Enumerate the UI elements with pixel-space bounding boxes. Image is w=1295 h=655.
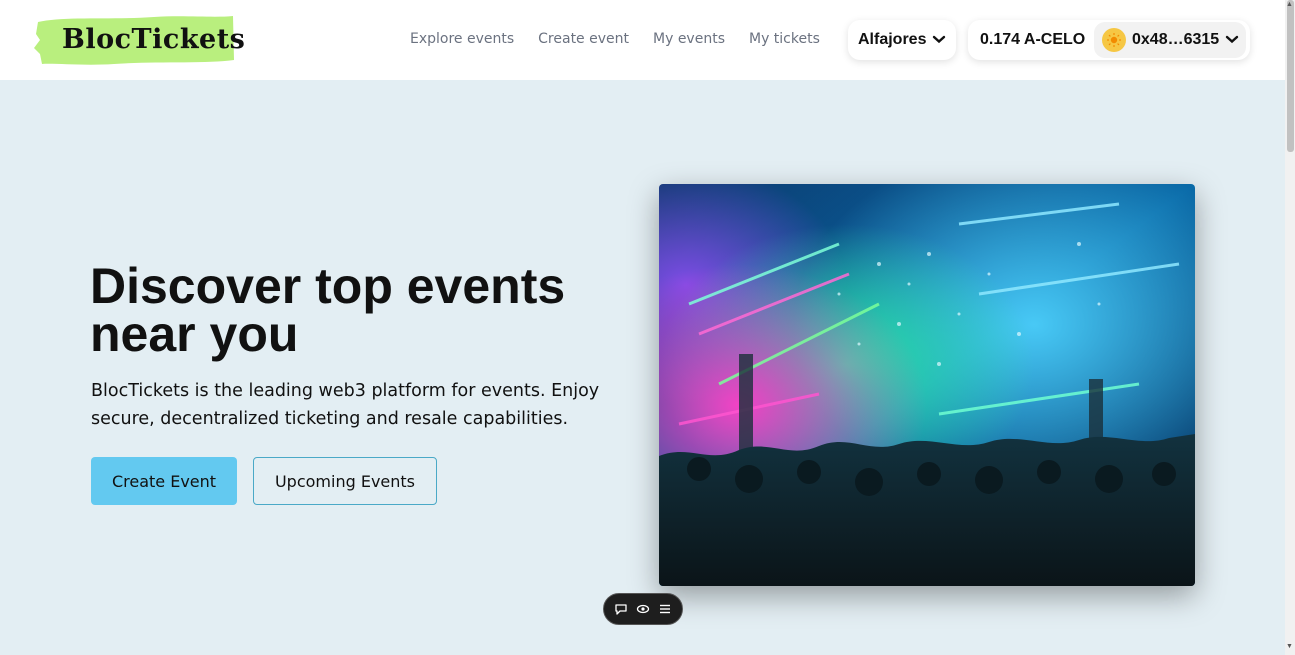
network-label: Alfajores (858, 31, 927, 48)
hero-title: Discover top events near you (90, 258, 566, 362)
scroll-up-arrow-icon[interactable]: ▲ (1286, 1, 1293, 8)
hero-description: BlocTickets is the leading web3 platform… (91, 381, 600, 429)
wallet-widget: 0.174 A-CELO 0x48…6315 (968, 20, 1250, 60)
upcoming-events-button[interactable]: Upcoming Events (253, 457, 437, 505)
account-button[interactable]: 0x48…6315 (1094, 22, 1246, 58)
wallet-balance[interactable]: 0.174 A-CELO (968, 31, 1094, 49)
chevron-down-icon (1225, 31, 1239, 49)
create-event-button[interactable]: Create Event (91, 457, 237, 505)
menu-icon[interactable] (656, 600, 674, 618)
nav-my-tickets[interactable]: My tickets (749, 31, 820, 47)
network-selector-button[interactable]: Alfajores (848, 20, 956, 60)
scroll-down-arrow-icon[interactable]: ▼ (1286, 643, 1293, 650)
top-header: BlocTickets Explore events Create event … (0, 0, 1285, 80)
comment-icon[interactable] (612, 600, 630, 618)
nav-explore-events[interactable]: Explore events (410, 31, 514, 47)
wallet-address: 0x48…6315 (1132, 31, 1220, 48)
nav-my-events[interactable]: My events (653, 31, 725, 47)
nav-create-event[interactable]: Create event (538, 31, 629, 47)
scrollbar-thumb[interactable] (1287, 0, 1294, 152)
main-nav: Explore events Create event My events My… (410, 31, 844, 47)
sun-avatar-icon (1102, 28, 1126, 52)
logo-text: BlocTickets (62, 24, 246, 55)
floating-toolbar (603, 593, 683, 625)
logo[interactable]: BlocTickets (34, 14, 245, 66)
concert-image (659, 184, 1195, 586)
eye-icon[interactable] (634, 600, 652, 618)
chevron-down-icon (932, 31, 946, 49)
